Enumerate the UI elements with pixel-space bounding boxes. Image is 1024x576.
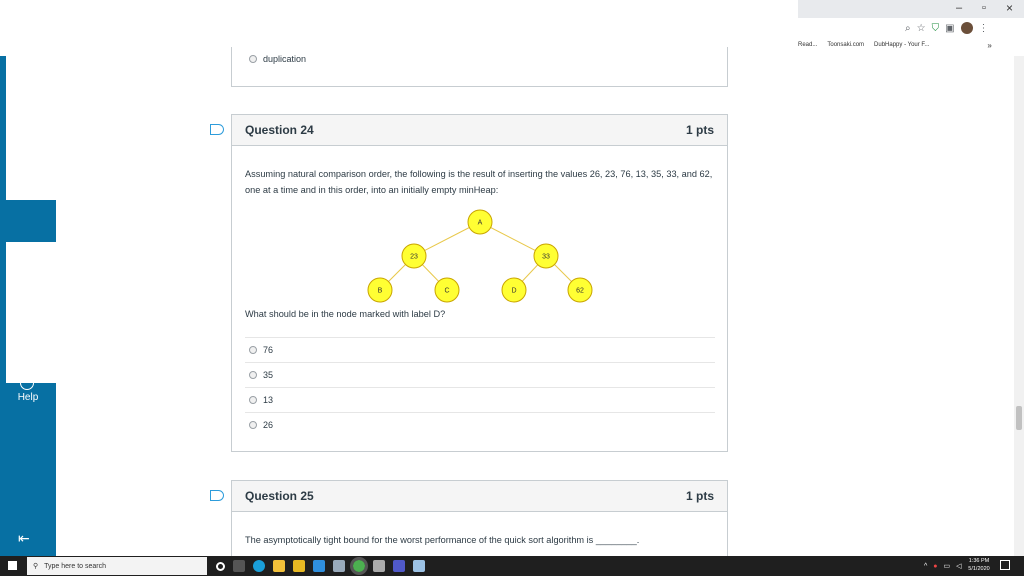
answer-option[interactable]: 35 bbox=[245, 362, 715, 387]
question-24-box: Question 24 1 pts Assuming natural compa… bbox=[231, 114, 728, 452]
heap-tree-diagram: A 23 33 B C D 62 bbox=[367, 209, 593, 303]
system-tray: ^ ● ▭ ◁ bbox=[924, 557, 962, 575]
store-icon[interactable] bbox=[293, 560, 305, 572]
search-placeholder: Type here to search bbox=[44, 562, 107, 570]
app-icon[interactable] bbox=[413, 560, 425, 572]
extension-icon[interactable]: ▣ bbox=[945, 23, 954, 34]
tree-node-label: 33 bbox=[542, 254, 550, 261]
bookmark-item[interactable]: Toonsaki.com bbox=[827, 42, 864, 48]
taskbar-apps bbox=[216, 557, 425, 575]
tree-node-label: B bbox=[378, 288, 383, 295]
chrome-icon[interactable] bbox=[350, 557, 368, 575]
star-icon[interactable]: ☆ bbox=[917, 23, 926, 34]
menu-icon[interactable]: ⋮ bbox=[979, 23, 989, 34]
tree-node: A bbox=[467, 209, 493, 235]
notifications-icon[interactable] bbox=[1000, 560, 1010, 570]
bookmarks-bar: Read... Toonsaki.com DubHappy - Your F..… bbox=[798, 39, 992, 51]
tree-node: D bbox=[501, 277, 527, 303]
clock-date: 5/1/2020 bbox=[968, 566, 990, 572]
tree-node-label: 23 bbox=[410, 254, 418, 261]
answer-option[interactable]: 13 bbox=[245, 387, 715, 412]
tree-node: B bbox=[367, 277, 393, 303]
question-points: 1 pts bbox=[685, 489, 714, 503]
answer-label: 26 bbox=[263, 420, 274, 430]
mail-icon[interactable] bbox=[313, 560, 325, 572]
radio-button[interactable] bbox=[249, 55, 257, 63]
tree-node: 23 bbox=[401, 243, 427, 269]
bookmark-item[interactable]: DubHappy - Your F... bbox=[874, 42, 929, 48]
page-scrollbar[interactable] bbox=[1014, 56, 1024, 556]
radio-button[interactable] bbox=[249, 346, 257, 354]
tree-node: 33 bbox=[533, 243, 559, 269]
tree-node: C bbox=[434, 277, 460, 303]
tree-node: 62 bbox=[567, 277, 593, 303]
chevron-up-icon[interactable]: ^ bbox=[924, 563, 927, 570]
taskbar-search-input[interactable]: ⚲ Type here to search bbox=[27, 557, 207, 575]
question-header: Question 25 1 pts bbox=[232, 481, 727, 512]
tree-node-label: D bbox=[511, 288, 516, 295]
nav-panel bbox=[6, 242, 56, 383]
search-icon: ⚲ bbox=[33, 563, 39, 570]
edge-icon[interactable] bbox=[253, 560, 265, 572]
cloud-icon[interactable]: ● bbox=[933, 563, 937, 570]
minimize-icon[interactable]: – bbox=[956, 2, 970, 14]
task-view-icon[interactable] bbox=[233, 560, 245, 572]
maximize-icon[interactable]: ▫ bbox=[982, 2, 996, 14]
nav-help-label[interactable]: Help bbox=[0, 392, 56, 403]
bookmarks-overflow-icon[interactable]: » bbox=[987, 41, 991, 50]
close-icon[interactable]: × bbox=[1006, 1, 1020, 15]
app-icon[interactable] bbox=[333, 560, 345, 572]
clock-time: 1:36 PM bbox=[968, 558, 990, 564]
radio-button[interactable] bbox=[249, 396, 257, 404]
volume-icon[interactable]: ◁ bbox=[956, 562, 961, 570]
radio-button[interactable] bbox=[249, 421, 257, 429]
cortana-icon[interactable] bbox=[216, 561, 225, 571]
answer-label: duplication bbox=[263, 54, 307, 64]
answer-label: 13 bbox=[263, 395, 274, 405]
teams-icon[interactable] bbox=[393, 560, 405, 572]
collapse-nav-icon[interactable]: ⇤ bbox=[18, 530, 30, 547]
radio-button[interactable] bbox=[249, 371, 257, 379]
settings-icon[interactable] bbox=[373, 560, 385, 572]
answer-label: 35 bbox=[263, 370, 274, 380]
profile-avatar[interactable] bbox=[960, 22, 973, 34]
zoom-icon[interactable]: ⌕ bbox=[905, 23, 911, 34]
windows-start-icon[interactable] bbox=[8, 561, 17, 570]
scrollbar-thumb[interactable] bbox=[1016, 406, 1022, 430]
nav-panel bbox=[6, 200, 56, 242]
question-prompt: The asymptotically tight bound for the w… bbox=[245, 535, 640, 545]
flag-question-icon[interactable] bbox=[210, 490, 224, 501]
flag-question-icon[interactable] bbox=[210, 124, 224, 135]
file-explorer-icon[interactable] bbox=[273, 560, 285, 572]
answer-option[interactable]: 26 bbox=[245, 412, 715, 437]
help-icon[interactable] bbox=[20, 376, 34, 390]
tree-node-label: C bbox=[444, 288, 449, 295]
sub-question: What should be in the node marked with l… bbox=[245, 309, 446, 319]
shield-extension-icon[interactable]: ⛉ bbox=[932, 23, 940, 34]
answer-label: 76 bbox=[263, 345, 274, 355]
question-points: 1 pts bbox=[685, 123, 714, 137]
answer-option[interactable]: 76 bbox=[245, 337, 715, 362]
tree-node-label: 62 bbox=[576, 288, 584, 295]
omnibox-actions: ⌕ ☆ ⛉ ▣ ⋮ bbox=[905, 21, 989, 35]
question-header: Question 24 1 pts bbox=[232, 115, 727, 146]
answer-option[interactable]: duplication bbox=[245, 47, 715, 71]
tree-node-label: A bbox=[478, 220, 483, 227]
question-title: Question 24 bbox=[245, 123, 314, 137]
previous-question-box: duplication bbox=[231, 47, 728, 87]
nav-panel bbox=[6, 56, 56, 200]
taskbar-clock[interactable]: 1:36 PM 5/1/2020 bbox=[964, 557, 994, 573]
question-prompt: Assuming natural comparison order, the f… bbox=[245, 169, 713, 195]
bookmark-item[interactable]: Read... bbox=[798, 42, 817, 48]
network-icon[interactable]: ▭ bbox=[944, 562, 951, 570]
question-title: Question 25 bbox=[245, 489, 314, 503]
question-25-box: Question 25 1 pts The asymptotically tig… bbox=[231, 480, 728, 560]
